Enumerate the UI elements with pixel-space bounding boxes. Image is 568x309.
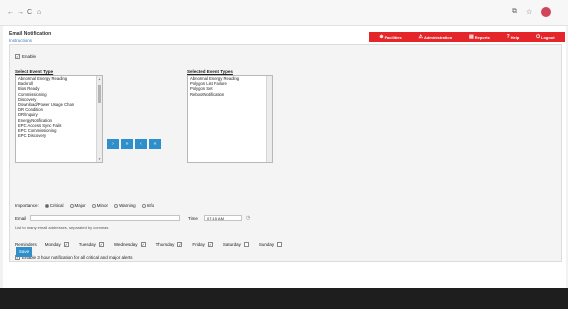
- remove-button[interactable]: ‹: [135, 139, 147, 149]
- email-input[interactable]: [30, 215, 180, 221]
- importance-options: Critical Major Minor Warning Info: [44, 203, 155, 208]
- forward-arrow-icon[interactable]: →: [17, 9, 24, 17]
- power-icon: ⏻: [536, 34, 541, 40]
- star-icon[interactable]: ☆: [526, 8, 532, 16]
- time-label: Time: [188, 216, 198, 221]
- day-checkbox[interactable]: ✓: [63, 242, 69, 247]
- importance-option-label: Minor: [96, 203, 109, 208]
- facilities-icon: ⊕: [379, 34, 384, 40]
- day-label: Sunday: [258, 242, 275, 247]
- select-event-type-label: Select Event Type: [15, 69, 54, 74]
- report-label: Enable 3 hour notification for all criti…: [22, 255, 133, 260]
- address-bar[interactable]: [40, 6, 480, 20]
- scroll-down-icon[interactable]: ▼: [97, 157, 102, 161]
- page-header: Email Notification Instructions: [9, 31, 51, 43]
- nav-reports[interactable]: ▤ Reports: [469, 34, 490, 40]
- day-checkbox[interactable]: [243, 242, 249, 247]
- notification-form: ✓ Enable Select Event Type Abnormal Ener…: [9, 44, 562, 262]
- day-checkbox[interactable]: ✓: [140, 242, 146, 247]
- selected-events-options: Abnormal Energy Reading Polygon List Fail…: [188, 76, 272, 97]
- day-checkbox[interactable]: ✓: [177, 242, 183, 247]
- move-buttons: › » ‹ «: [107, 139, 161, 149]
- back-arrow-icon[interactable]: ←: [7, 9, 14, 17]
- top-nav: ⊕ Facilities ⚠ Administration ▤ Reports ? He…: [369, 32, 565, 42]
- importance-option-label: Warning: [119, 203, 136, 208]
- importance-row: Importance: Critical Major Minor Warning Inf…: [15, 203, 154, 208]
- radio-icon[interactable]: [69, 203, 74, 208]
- day-checkbox[interactable]: ✓: [207, 242, 213, 247]
- enable-checkbox[interactable]: ✓: [15, 54, 20, 59]
- scrollbar[interactable]: [266, 76, 272, 162]
- day-option: Tuesday ✓: [79, 242, 104, 247]
- day-label: Tuesday: [78, 242, 96, 247]
- selected-event-option[interactable]: RebootNotification: [188, 92, 272, 97]
- reminders-row: Reminders Monday ✓ Tuesday ✓ Wednesday ✓ Thurs…: [15, 242, 292, 247]
- remove-all-button[interactable]: «: [149, 139, 161, 149]
- add-all-button[interactable]: »: [121, 139, 133, 149]
- reload-icon[interactable]: C: [27, 9, 32, 17]
- time-input[interactable]: 07:15 AM: [204, 215, 242, 221]
- clock-icon[interactable]: ◷: [246, 215, 250, 221]
- importance-option[interactable]: Critical: [44, 203, 64, 208]
- importance-option-label: Critical: [49, 203, 64, 208]
- browser-toolbar: ← → C ⌂ ⧉ ☆: [0, 0, 568, 26]
- enable-label: Enable: [22, 54, 37, 59]
- importance-option[interactable]: Minor: [91, 203, 109, 208]
- day-option: Thursday ✓: [156, 242, 183, 247]
- day-option: Wednesday ✓: [114, 242, 146, 247]
- day-option: Monday ✓: [45, 242, 69, 247]
- email-row: Email Time 07:15 AM ◷: [15, 215, 250, 221]
- available-events-list[interactable]: Abnormal Energy Reading Backroll Bios Read…: [15, 75, 103, 163]
- day-option: Saturday: [223, 242, 249, 247]
- scroll-up-icon[interactable]: ▲: [97, 77, 102, 81]
- day-label: Friday: [192, 242, 205, 247]
- days-group: Monday ✓ Tuesday ✓ Wednesday ✓ Thursday ✓ Friday…: [45, 242, 292, 247]
- radio-icon[interactable]: [91, 203, 96, 208]
- warning-icon: ⚠: [418, 34, 423, 40]
- reports-icon: ▤: [468, 34, 474, 40]
- radio-icon[interactable]: [141, 203, 146, 208]
- day-label: Thursday: [155, 242, 175, 247]
- importance-option[interactable]: Major: [69, 203, 86, 208]
- day-checkbox[interactable]: ✓: [98, 242, 104, 247]
- nav-logout[interactable]: ⏻ Logout: [536, 34, 555, 40]
- day-label: Wednesday: [113, 242, 138, 247]
- email-label: Email: [15, 216, 27, 221]
- instructions-link[interactable]: Instructions: [9, 38, 51, 43]
- help-icon: ?: [506, 34, 510, 40]
- radio-icon[interactable]: [44, 203, 49, 208]
- profile-avatar[interactable]: [541, 7, 551, 17]
- importance-label: Importance:: [15, 203, 39, 208]
- scrollbar[interactable]: ▲ ▼: [96, 76, 102, 162]
- day-label: Saturday: [222, 242, 241, 247]
- importance-option-label: Major: [74, 203, 86, 208]
- day-option: Friday ✓: [192, 242, 213, 247]
- importance-option[interactable]: Info: [141, 203, 155, 208]
- importance-option-label: Info: [146, 203, 155, 208]
- taskbar: [0, 288, 568, 309]
- selected-events-list[interactable]: Abnormal Energy Reading Polygon List Fail…: [187, 75, 273, 163]
- day-option: Sunday: [258, 242, 283, 247]
- day-label: Monday: [44, 242, 61, 247]
- enable-row: ✓ Enable: [15, 54, 36, 59]
- available-events-options: Abnormal Energy Reading Backroll Bios Read…: [16, 76, 102, 138]
- importance-option[interactable]: Warning: [114, 203, 136, 208]
- scroll-thumb[interactable]: [98, 85, 101, 103]
- radio-icon[interactable]: [114, 203, 119, 208]
- selected-event-types-label: Selected Event Types: [187, 69, 233, 74]
- extensions-icon[interactable]: ⧉: [512, 8, 517, 16]
- save-button[interactable]: Save: [16, 247, 32, 257]
- nav-administration[interactable]: ⚠ Administration: [418, 34, 452, 40]
- report-row: ✓ Enable 3 hour notification for all cri…: [15, 255, 133, 260]
- add-button[interactable]: ›: [107, 139, 119, 149]
- page-title: Email Notification: [9, 31, 52, 37]
- day-checkbox[interactable]: [277, 242, 283, 247]
- nav-help[interactable]: ? Help: [507, 34, 520, 40]
- email-help-text: List to many email addresses, separated …: [15, 225, 109, 230]
- event-option[interactable]: EPC Discovery: [16, 133, 102, 138]
- nav-facilities[interactable]: ⊕ Facilities: [379, 34, 401, 40]
